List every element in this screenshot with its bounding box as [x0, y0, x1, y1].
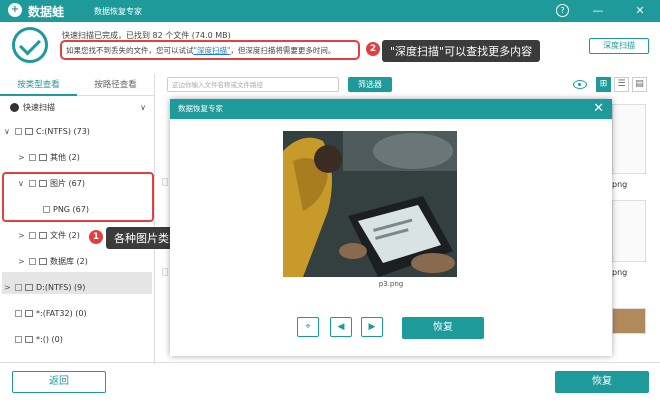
preview-filename: p3.png — [378, 280, 404, 288]
annotation-badge-2: 2 — [366, 42, 380, 56]
expand-icon[interactable]: ∨ — [4, 124, 12, 140]
footer-divider — [0, 362, 660, 363]
app-title: 数据恢复专家 — [94, 7, 142, 16]
tree-label: 其他 (2) — [50, 153, 80, 162]
next-icon[interactable]: ▶ — [361, 317, 383, 337]
close-button[interactable]: ✕ — [632, 3, 648, 19]
tree-drive-d[interactable]: > D:(NTFS) (9) — [4, 280, 85, 296]
expand-icon[interactable]: > — [18, 228, 26, 244]
preview-image — [283, 131, 457, 277]
tree-label: 文件 (2) — [50, 231, 80, 240]
tree-png[interactable]: PNG (67) — [40, 202, 89, 218]
annotation-badge-1: 1 — [89, 230, 103, 244]
checkbox[interactable] — [15, 336, 22, 343]
title-bar: + 数据蛙 数据恢复专家 ? — ✕ — [0, 0, 660, 22]
thumbnail-label: png — [612, 268, 628, 277]
checkbox[interactable] — [15, 128, 22, 135]
deep-scan-link[interactable]: "深度扫描" — [194, 46, 231, 55]
thumbnail-checkbox[interactable] — [162, 178, 168, 186]
quick-scan-label: 快速扫描 — [23, 103, 55, 112]
scan-complete-check-icon — [12, 27, 48, 63]
app-logo-icon: + — [8, 3, 22, 17]
radio-icon — [10, 103, 19, 112]
filter-button[interactable]: 筛选器 — [348, 77, 392, 92]
drive-icon — [25, 284, 33, 291]
preview-photo-illustration — [283, 131, 457, 277]
thumbnail-card[interactable] — [612, 200, 646, 262]
file-type-panel: 按类型查看 按路径查看 快速扫描 ∨ ∨ C:(NTFS) (73) > 其他 (2… — [0, 74, 155, 364]
preview-eye-icon[interactable] — [573, 80, 587, 89]
brand-name: 数据蛙 — [28, 5, 65, 19]
back-button[interactable]: 返回 — [12, 371, 106, 393]
tree-label: *:(FAT32) (0) — [36, 309, 87, 318]
deep-scan-hint: 如果您找不到丢失的文件，您可以试试"深度扫描"，但深度扫描将需要更多时间。 — [60, 40, 360, 60]
thumbnail-card[interactable] — [612, 104, 646, 174]
checkbox[interactable] — [15, 284, 22, 291]
tree-drive-fat32[interactable]: *:(FAT32) (0) — [12, 306, 87, 322]
list-view-icon[interactable]: ☰ — [614, 77, 629, 92]
tree-drive-c[interactable]: ∨ C:(NTFS) (73) — [4, 124, 90, 140]
grid-view-icon[interactable]: ⊞ — [596, 77, 611, 92]
deep-scan-button[interactable]: 深度扫描 — [589, 38, 649, 54]
checkbox[interactable] — [29, 232, 36, 239]
dialog-recover-button[interactable]: 恢复 — [402, 317, 484, 339]
detail-view-icon[interactable]: ▤ — [632, 77, 647, 92]
expand-icon[interactable]: > — [18, 150, 26, 166]
expand-icon[interactable]: ∨ — [18, 176, 26, 192]
view-tabs: 按类型查看 按路径查看 — [0, 74, 155, 96]
tree-documents[interactable]: > 文件 (2) — [18, 228, 80, 244]
document-icon — [39, 232, 47, 239]
checkbox[interactable] — [15, 310, 22, 317]
drive-icon — [25, 336, 33, 343]
tab-by-path[interactable]: 按路径查看 — [77, 74, 154, 96]
quick-scan-node[interactable]: 快速扫描 ∨ — [10, 100, 150, 116]
preview-dialog: 数据恢复专家 ✕ p3.png ⌖ ◀ ▶ 恢复 — [170, 99, 612, 356]
tree-label: C:(NTFS) (73) — [36, 127, 90, 136]
drive-icon — [25, 310, 33, 317]
drive-icon — [25, 128, 33, 135]
expand-icon[interactable]: > — [4, 280, 12, 296]
checkbox[interactable] — [43, 206, 50, 213]
previous-icon[interactable]: ◀ — [330, 317, 352, 337]
hint-suffix: ，但深度扫描将需要更多时间。 — [230, 46, 336, 55]
tree-label: 图片 (67) — [50, 179, 85, 188]
tree-label: 数据库 (2) — [50, 257, 88, 266]
minimize-button[interactable]: — — [590, 3, 606, 19]
help-icon[interactable]: ? — [556, 4, 569, 17]
chevron-down-icon: ∨ — [140, 103, 146, 112]
annotation-deep-scan: "深度扫描"可以查找更多内容 — [382, 40, 541, 62]
tab-by-type[interactable]: 按类型查看 — [0, 74, 77, 96]
image-icon — [39, 180, 47, 187]
thumbnail-checkbox[interactable] — [162, 268, 168, 276]
tree-label: D:(NTFS) (9) — [36, 283, 86, 292]
thumbnail-card[interactable] — [612, 308, 646, 334]
dialog-title: 数据恢复专家 — [170, 99, 612, 119]
tree-database[interactable]: > 数据库 (2) — [18, 254, 88, 270]
tree-other[interactable]: > 其他 (2) — [18, 150, 80, 166]
recover-button[interactable]: 恢复 — [555, 371, 649, 393]
expand-icon[interactable]: > — [18, 254, 26, 270]
folder-icon — [39, 154, 47, 161]
checkbox[interactable] — [29, 258, 36, 265]
checkbox[interactable] — [29, 180, 36, 187]
thumbnail-label: png — [612, 180, 628, 189]
checkbox[interactable] — [29, 154, 36, 161]
tree-drive-unknown[interactable]: *:() (0) — [12, 332, 63, 348]
tree-label: PNG (67) — [53, 205, 89, 214]
tree-images[interactable]: ∨ 图片 (67) — [18, 176, 85, 192]
zoom-fit-icon[interactable]: ⌖ — [297, 317, 319, 337]
search-input[interactable]: 这边你输入文件名称或文件路径 — [167, 77, 339, 92]
database-icon — [39, 258, 47, 265]
hint-prefix: 如果您找不到丢失的文件，您可以试试 — [66, 46, 194, 55]
dialog-close-icon[interactable]: ✕ — [593, 101, 604, 117]
tree-label: *:() (0) — [36, 335, 63, 344]
